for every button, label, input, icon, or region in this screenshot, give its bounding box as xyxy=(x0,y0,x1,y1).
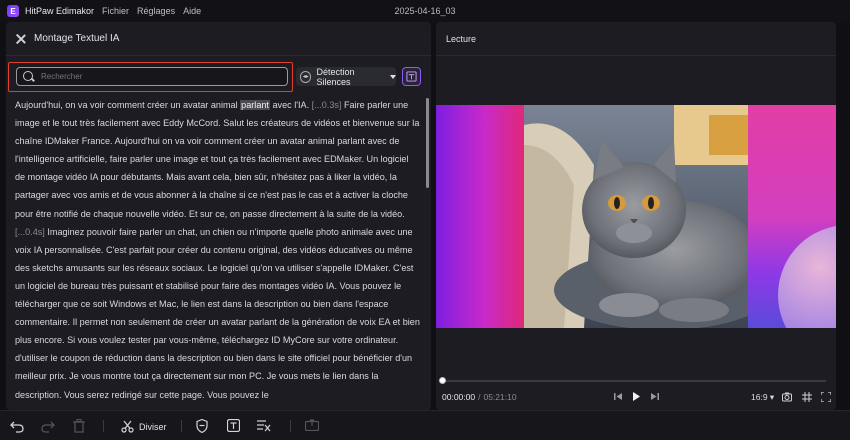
silence-detection-dropdown[interactable]: ◂▸ Détection Silences xyxy=(296,66,396,87)
split-button[interactable]: Diviser xyxy=(121,420,167,433)
transcript-segment: Imaginez pouvoir faire parler un chat, u… xyxy=(15,226,420,400)
menu-reglages[interactable]: Réglages xyxy=(137,6,175,16)
text-format-button[interactable] xyxy=(402,67,421,86)
close-icon[interactable] xyxy=(15,33,27,45)
playback-header: Lecture xyxy=(436,22,836,56)
panel-header: Montage Textuel IA xyxy=(6,22,431,56)
redo-icon[interactable] xyxy=(41,419,55,433)
trash-icon[interactable] xyxy=(73,419,85,433)
bottom-toolbar: Diviser xyxy=(0,410,850,440)
text-editing-panel: Montage Textuel IA ◂▸ Détection Silences… xyxy=(6,22,431,410)
previous-frame-icon[interactable] xyxy=(614,392,623,401)
scissors-icon xyxy=(121,420,134,433)
silence-marker[interactable]: [...0.3s] xyxy=(312,100,342,110)
search-icon xyxy=(23,70,35,83)
transcript-segment: avec l'IA. xyxy=(269,100,312,110)
undo-icon[interactable] xyxy=(10,419,24,433)
search-input[interactable] xyxy=(41,72,281,81)
silence-detection-label: Détection Silences xyxy=(316,66,355,87)
app-logo-icon: E xyxy=(7,5,19,17)
transcript-segment: Aujourd'hui, on va voir comment créer un… xyxy=(15,100,241,110)
remove-silence-icon[interactable] xyxy=(257,419,271,432)
silence-marker[interactable]: [...0.4s] xyxy=(15,227,45,237)
grid-icon[interactable] xyxy=(802,392,812,402)
export-icon[interactable] xyxy=(305,419,319,431)
text-icon[interactable] xyxy=(227,419,240,432)
transcript-segment: Faire parler une image et le tout très f… xyxy=(15,100,420,219)
aspect-ratio-dropdown[interactable]: 16:9 ▾ xyxy=(751,392,774,403)
cat-image xyxy=(524,105,748,328)
text-format-icon xyxy=(406,71,417,82)
play-icon[interactable] xyxy=(632,392,641,401)
video-preview[interactable] xyxy=(436,105,836,328)
highlighted-word[interactable]: parlant xyxy=(240,100,270,110)
menu-fichier[interactable]: Fichier xyxy=(102,6,129,16)
aspect-ratio-value: 16:9 xyxy=(751,392,768,402)
snapshot-icon[interactable] xyxy=(782,392,792,402)
cat-illustration xyxy=(524,105,748,328)
playback-controls: 00:00:00 / 05:21:10 16:9 ▾ xyxy=(436,389,836,405)
playback-title: Lecture xyxy=(446,33,477,44)
search-row: ◂▸ Détection Silences xyxy=(6,62,431,92)
transcript-scrollbar[interactable] xyxy=(426,98,429,188)
playback-progress-handle[interactable] xyxy=(439,377,446,384)
transcript-text[interactable]: Aujourd'hui, on va voir comment créer un… xyxy=(15,96,421,408)
preview-background-right xyxy=(748,105,836,328)
total-time: 05:21:10 xyxy=(483,392,517,402)
panel-title: Montage Textuel IA xyxy=(34,33,120,44)
chevron-down-icon xyxy=(390,74,396,79)
search-box[interactable] xyxy=(16,67,288,86)
playback-panel: Lecture 00:00:00 / 05:21:10 16:9 ▾ xyxy=(436,22,836,410)
toolbar-divider xyxy=(181,420,182,432)
silence-icon: ◂▸ xyxy=(300,70,312,83)
playback-progress-track[interactable] xyxy=(443,380,826,382)
app-name: HitPaw Edimakor xyxy=(25,6,95,16)
toolbar-divider xyxy=(290,420,291,432)
title-bar: E HitPaw Edimakor Fichier Réglages Aide … xyxy=(0,0,850,22)
shield-icon[interactable] xyxy=(196,419,208,433)
toolbar-divider xyxy=(103,420,104,432)
fullscreen-icon[interactable] xyxy=(821,392,831,402)
menu-aide[interactable]: Aide xyxy=(183,6,201,16)
next-frame-icon[interactable] xyxy=(650,392,659,401)
time-separator: / xyxy=(478,392,481,402)
split-label: Diviser xyxy=(139,421,167,432)
current-time: 00:00:00 xyxy=(442,392,476,402)
